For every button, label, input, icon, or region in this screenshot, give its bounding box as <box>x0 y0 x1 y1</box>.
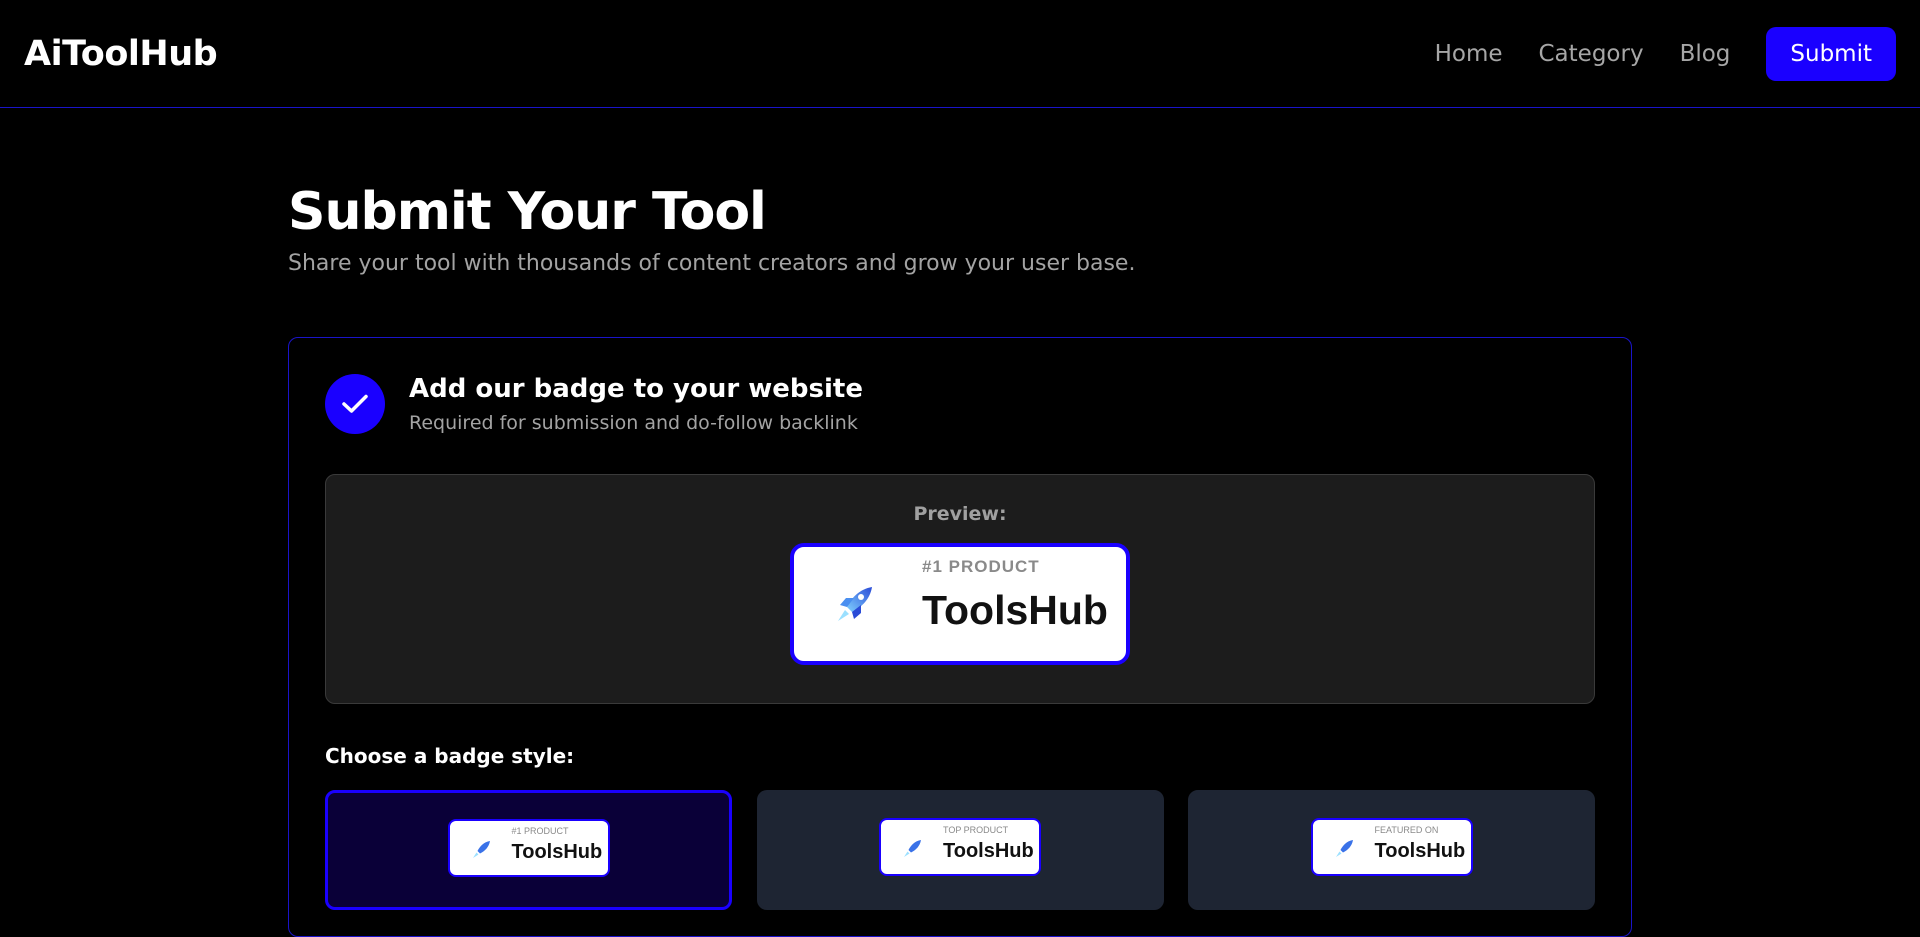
badge-kicker: TOP PRODUCT <box>943 825 1009 835</box>
badge-style-label: Choose a badge style: <box>325 744 575 768</box>
badge-brand: ToolsHub <box>943 840 1034 862</box>
badge-kicker: #1 PRODUCT <box>511 826 569 836</box>
submit-button[interactable]: Submit <box>1766 26 1896 81</box>
step-subtitle: Required for submission and do-follow ba… <box>409 412 858 434</box>
badge-preview: #1 PRODUCT ToolsHub <box>790 543 1130 665</box>
nav-blog-link[interactable]: Blog <box>1680 41 1731 67</box>
badge-thumbnail: TOP PRODUCT ToolsHub <box>879 818 1041 876</box>
nav-home-link[interactable]: Home <box>1435 41 1503 67</box>
badge-preview-panel: Preview: #1 PRODUCT ToolsHub <box>325 474 1595 704</box>
badge-step-card: Add our badge to your website Required f… <box>288 337 1632 937</box>
nav-category-link[interactable]: Category <box>1539 41 1644 67</box>
page-title: Submit Your Tool <box>288 182 767 242</box>
main-nav: Home Category Blog Submit <box>1399 26 1896 81</box>
step-title: Add our badge to your website <box>409 374 863 404</box>
rocket-icon <box>1335 840 1353 857</box>
page-subtitle: Share your tool with thousands of conten… <box>288 251 1136 277</box>
rocket-icon <box>838 587 872 621</box>
check-icon <box>325 374 385 434</box>
badge-brand: ToolsHub <box>511 841 603 863</box>
badge-brand: ToolsHub <box>922 587 1108 633</box>
badge-kicker: #1 PRODUCT <box>922 557 1040 576</box>
badge-style-option-3[interactable]: FEATURED ON ToolsHub <box>1188 790 1595 910</box>
badge-style-option-1[interactable]: #1 PRODUCT ToolsHub <box>325 790 732 910</box>
badge-style-options: #1 PRODUCT ToolsHub TOP PRODUCT ToolsHub <box>325 790 1595 910</box>
badge-brand: ToolsHub <box>1374 840 1466 862</box>
badge-style-option-2[interactable]: TOP PRODUCT ToolsHub <box>756 790 1164 910</box>
badge-thumbnail: #1 PRODUCT ToolsHub <box>447 819 610 877</box>
rocket-icon <box>904 840 921 857</box>
site-logo[interactable]: AiToolHub <box>24 34 218 74</box>
step-header: Add our badge to your website Required f… <box>325 374 1595 434</box>
top-navbar: AiToolHub Home Category Blog Submit <box>0 0 1920 108</box>
badge-kicker: FEATURED ON <box>1374 825 1439 835</box>
preview-label: Preview: <box>913 503 1007 525</box>
badge-thumbnail: FEATURED ON ToolsHub <box>1310 818 1473 876</box>
rocket-icon <box>472 841 490 858</box>
main-content: Submit Your Tool Share your tool with th… <box>288 108 1632 937</box>
